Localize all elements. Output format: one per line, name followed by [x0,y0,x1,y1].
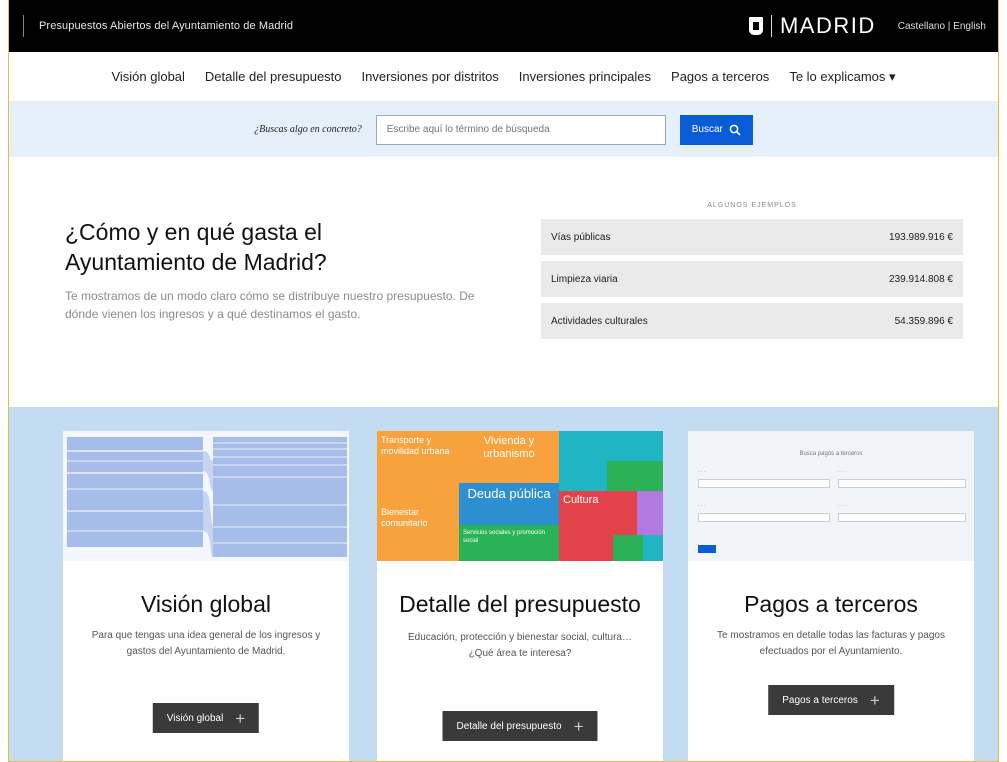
main-nav: Visión global Detalle del presupuesto In… [9,52,998,102]
card-description: Te mostramos en detalle todas las factur… [717,630,945,657]
plus-icon: + [235,708,246,728]
button-label: Pagos a terceros [782,694,858,706]
language-switcher: Castellano | English [898,21,986,32]
logo-divider [770,15,772,37]
top-bar-right: MADRID Castellano | English [748,13,986,39]
treemap-cell [613,491,637,535]
form-label: · · · [698,469,706,475]
form-title: Busca pagos a terceros [799,451,863,457]
top-bar: Presupuestos Abiertos del Ayuntamiento d… [9,0,998,52]
treemap-cell: Vivienda y urbanismo [459,431,559,483]
search-label: ¿Buscas algo en concreto? [254,124,362,135]
treemap-cell: Bienestar comunitario [377,503,459,561]
example-row[interactable]: Limpieza viaria 239.914.808 € [541,261,963,297]
search-button-label: Buscar [691,124,723,135]
example-row[interactable]: Actividades culturales 54.359.896 € [541,303,963,339]
treemap-cell: Deuda pública [459,483,559,525]
examples-panel: ALGUNOS EJEMPLOS Vías públicas 193.989.9… [541,202,963,345]
examples-header: ALGUNOS EJEMPLOS [707,202,797,209]
card-description: Educación, protección y bienestar social… [407,632,632,659]
pagos-terceros-button[interactable]: Pagos a terceros + [768,685,894,715]
example-amount: 193.989.916 € [889,231,953,243]
hero-title: ¿Cómo y en qué gasta el Ayuntamiento de … [65,219,327,275]
nav-inversiones-principales[interactable]: Inversiones principales [519,69,651,84]
form-field [698,479,830,488]
nav-pagos-terceros[interactable]: Pagos a terceros [671,69,769,84]
treemap-cell: Transporte y movilidad urbana [377,431,459,503]
card-title: Pagos a terceros [744,591,918,617]
site-title[interactable]: Presupuestos Abiertos del Ayuntamiento d… [39,20,293,32]
example-row[interactable]: Vías públicas 193.989.916 € [541,219,963,255]
example-label: Limpieza viaria [551,273,618,285]
card-title: Detalle del presupuesto [399,591,641,617]
treemap-cell [559,525,613,561]
plus-icon: + [869,690,880,710]
madrid-logo-text: MADRID [779,13,876,38]
form-field [838,479,966,488]
example-amount: 54.359.896 € [894,315,953,327]
detalle-presupuesto-button[interactable]: Detalle del presupuesto + [442,711,598,741]
card-vision-global: Visión global Para que tengas una idea g… [63,431,349,761]
hero-section: ¿Cómo y en qué gasta el Ayuntamiento de … [9,157,998,407]
payments-form-thumbnail: Busca pagos a terceros · · · · · · · · ·… [688,431,974,561]
nav-vision-global[interactable]: Visión global [111,69,184,84]
plus-icon: + [573,716,584,736]
card-pagos-terceros: Busca pagos a terceros · · · · · · · · ·… [688,431,974,761]
nav-inversiones-distritos[interactable]: Inversiones por distritos [362,69,499,84]
card-detalle-presupuesto: Transporte y movilidad urbana Vivienda y… [377,431,663,761]
card-description: Para que tengas una idea general de los … [91,630,321,657]
lang-castellano[interactable]: Castellano [898,21,945,32]
sankey-diagram [67,437,347,557]
example-label: Actividades culturales [551,315,648,327]
form-field [838,513,966,522]
nav-detalle-presupuesto[interactable]: Detalle del presupuesto [205,69,342,84]
nav-te-lo-explicamos[interactable]: Te lo explicamos ▾ [789,69,895,85]
treemap-cell [613,535,643,561]
button-label: Visión global [166,712,224,724]
search-band: ¿Buscas algo en concreto? Buscar [9,102,998,157]
card-title: Visión global [140,591,271,617]
cards-band: Visión global Para que tengas una idea g… [9,407,998,761]
treemap-cell: Servicios sociales y promoción social [459,525,559,561]
sankey-thumbnail [63,431,349,561]
madrid-shield-icon [748,17,763,35]
treemap-cell [607,461,663,491]
form-label: · · · [838,503,846,509]
search-button[interactable]: Buscar [679,114,753,145]
example-amount: 239.914.808 € [889,273,953,285]
hero-description: Te mostramos de un modo claro cómo se di… [65,289,475,321]
form-label: · · · [698,503,706,509]
madrid-logo[interactable]: MADRID [748,13,876,39]
lang-separator: | [945,20,954,32]
treemap-cell [637,491,663,535]
form-submit-button [698,545,716,553]
treemap-cell [607,431,663,461]
form-field [698,513,830,522]
example-label: Vías públicas [551,231,611,243]
treemap-thumbnail: Transporte y movilidad urbana Vivienda y… [377,431,663,561]
treemap-cell [559,431,607,491]
search-input[interactable] [375,114,666,145]
vision-global-button[interactable]: Visión global + [152,703,260,733]
treemap-cell [643,535,663,561]
treemap-cell: Cultura [559,491,613,525]
page-frame: Presupuestos Abiertos del Ayuntamiento d… [8,0,999,762]
search-icon [729,124,741,136]
button-label: Detalle del presupuesto [456,720,562,732]
form-label: · · · [838,469,846,475]
lang-english[interactable]: English [953,21,986,32]
